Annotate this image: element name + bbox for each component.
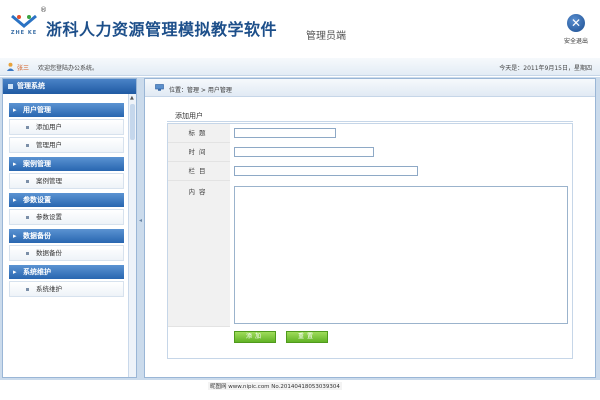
scroll-up-icon[interactable]: ▲ [130,95,134,101]
form-divider [167,121,573,122]
add-user-form: 标题 时间 栏目 内容 添加 重置 [167,123,573,359]
user-icon [6,62,15,71]
sidebar: 管理系统 用户管理 添加用户 管理用户 案例管理 案例管理 参数设置 参数设置 … [2,78,137,378]
reset-button[interactable]: 重置 [286,331,328,343]
scrollbar-thumb[interactable] [130,104,135,140]
menu-item-manage-users[interactable]: 管理用户 [9,137,124,153]
time-input[interactable] [234,147,374,157]
menu-group-case-management[interactable]: 案例管理 [9,157,124,171]
logout-button[interactable]: ✕ 安全退出 [556,14,596,54]
column-label: 栏目 [168,162,230,181]
menu-group-system-maintenance[interactable]: 系统维护 [9,265,124,279]
column-input[interactable] [234,166,418,176]
monitor-icon [155,84,164,91]
logout-label: 安全退出 [563,38,588,45]
welcome-message: 欢迎您登陆办公系统。 [38,65,99,72]
menu-item-add-user[interactable]: 添加用户 [9,119,124,135]
menu-group-user-management[interactable]: 用户管理 [9,103,124,117]
content-label: 内容 [168,181,230,327]
menu-item-case-management[interactable]: 案例管理 [9,173,124,189]
time-label: 时间 [168,143,230,162]
app-role-label: 管理员端 [306,31,346,42]
menu-group-data-backup[interactable]: 数据备份 [9,229,124,243]
form-title: 添加用户 [175,112,203,120]
sidebar-menu: 用户管理 添加用户 管理用户 案例管理 案例管理 参数设置 参数设置 数据备份 … [3,94,136,297]
logo-subtext: ZHE KE [10,30,38,36]
menu-item-parameter-settings[interactable]: 参数设置 [9,209,124,225]
logo-mark-icon [11,14,37,28]
breadcrumb: 位置：管理 > 用户管理 [169,87,232,94]
menu-group-parameter-settings[interactable]: 参数设置 [9,193,124,207]
content-frame: 管理系统 用户管理 添加用户 管理用户 案例管理 案例管理 参数设置 参数设置 … [0,77,600,380]
title-label: 标题 [168,124,230,143]
welcome-bar: 张三 欢迎您登陆办公系统。 今天是：2011年9月15日，星期四 [0,58,600,76]
close-icon: ✕ [567,14,585,32]
sidebar-scrollbar[interactable]: ▲ [128,94,136,377]
sidebar-title: 管理系统 [3,79,136,94]
breadcrumb-bar: 位置：管理 > 用户管理 [145,79,595,97]
menu-item-system-maintenance[interactable]: 系统维护 [9,281,124,297]
current-date: 今天是：2011年9月15日，星期四 [499,65,592,72]
add-button[interactable]: 添加 [234,331,276,343]
welcome-user-name: 张三 [17,65,30,72]
content-textarea[interactable] [234,186,568,324]
app-title: 浙科人力资源管理模拟教学软件 [46,20,278,39]
title-input[interactable] [234,128,336,138]
app-header: ® ZHE KE 浙科人力资源管理模拟教学软件 管理员端 ✕ 安全退出 [0,0,600,58]
app-logo: ® ZHE KE [6,6,47,44]
collapse-sidebar-icon[interactable]: ◂ [139,217,142,224]
menu-item-data-backup[interactable]: 数据备份 [9,245,124,261]
watermark-text: 昵图网 www.nipic.com No.20140418053039304 [208,382,342,390]
registered-mark: ® [40,6,47,14]
main-panel: 位置：管理 > 用户管理 添加用户 标题 时间 栏目 内容 添加 重置 [144,78,596,378]
